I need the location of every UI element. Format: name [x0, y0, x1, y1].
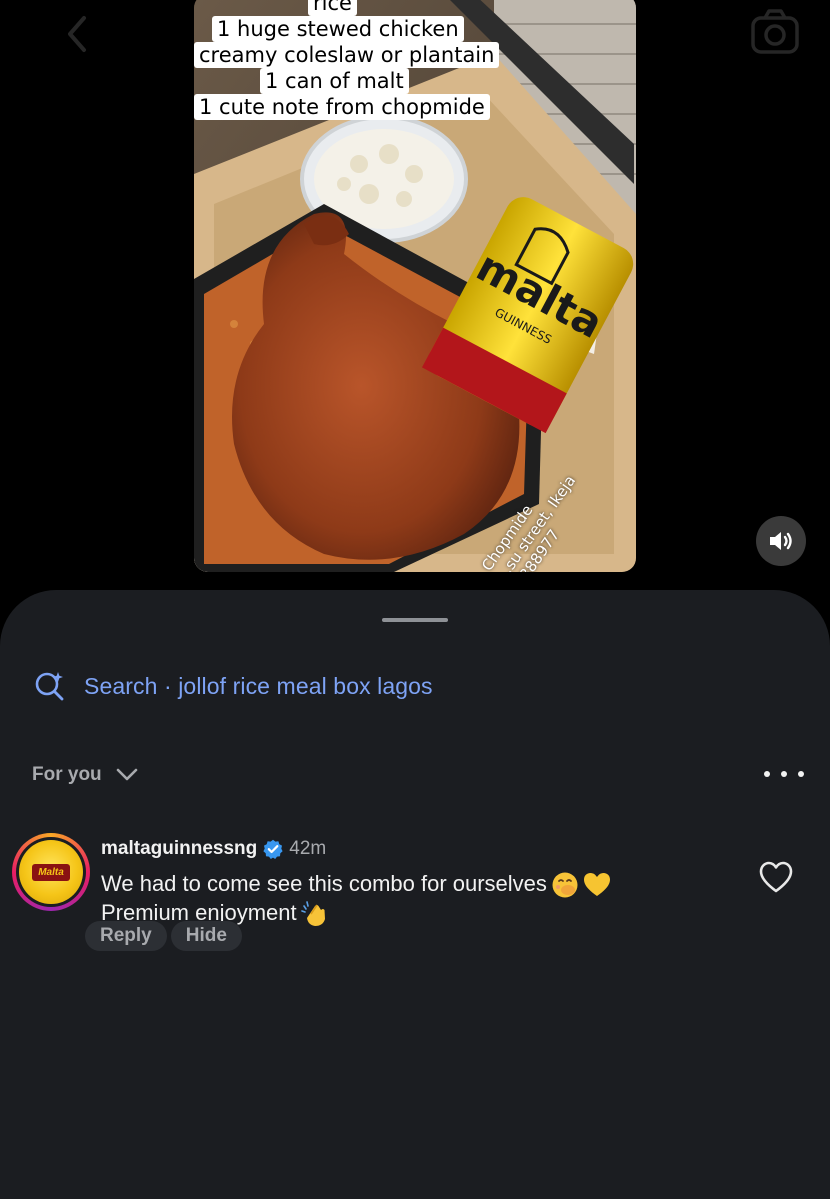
camera-icon[interactable]	[750, 8, 800, 56]
comment-actions: Reply Hide	[85, 921, 242, 951]
avatar-frame: Malta	[16, 837, 86, 907]
comment-text-line1: We had to come see this combo for oursel…	[101, 871, 547, 896]
comments-sheet: Search · jollof rice meal box lagos For …	[0, 590, 830, 1199]
volume-button[interactable]	[756, 516, 806, 566]
search-sparkle-icon	[35, 672, 64, 701]
verified-badge-icon	[263, 839, 283, 859]
more-dot	[798, 771, 804, 777]
more-options-button[interactable]	[764, 762, 804, 786]
more-dot	[781, 771, 787, 777]
search-suggestion[interactable]: Search · jollof rice meal box lagos	[34, 670, 433, 702]
heart-like-icon[interactable]	[758, 860, 794, 894]
caption-line: rice	[308, 0, 357, 16]
sheet-grabber[interactable]	[382, 618, 448, 622]
caption-line: 1 huge stewed chicken	[212, 16, 464, 42]
video-preview[interactable]: malta GUINNESS rice 1 huge stewed chicke…	[194, 0, 636, 572]
more-dot	[764, 771, 770, 777]
yellow-heart-icon	[583, 873, 610, 897]
caption-line: creamy coleslaw or plantain	[194, 42, 500, 68]
avatar: Malta	[19, 840, 83, 904]
reply-button[interactable]: Reply	[85, 921, 167, 951]
screen: malta GUINNESS rice 1 huge stewed chicke…	[0, 0, 830, 1199]
avatar-logo-text: Malta	[32, 863, 70, 881]
hide-button[interactable]: Hide	[170, 921, 242, 951]
comment-timestamp: 42m	[289, 838, 327, 859]
comment-text: We had to come see this combo for oursel…	[101, 870, 721, 928]
feed-filter-dropdown[interactable]: For you	[32, 764, 138, 786]
back-arrow-icon[interactable]	[58, 14, 98, 54]
speaker-icon	[770, 532, 792, 550]
caption-line: 1 cute note from chopmide	[194, 94, 490, 120]
caption-line: 1 can of malt	[260, 68, 409, 94]
search-suggestion-label: Search · jollof rice meal box lagos	[84, 672, 433, 699]
comment-header: maltaguinnessng 42m	[101, 838, 326, 860]
comment-username[interactable]: maltaguinnessng	[101, 838, 257, 860]
feed-filter-label: For you	[32, 764, 102, 785]
clapping-hands-icon	[300, 901, 325, 927]
avatar-story-ring[interactable]: Malta	[12, 833, 90, 911]
chevron-down-icon	[116, 768, 137, 781]
face-with-hand-over-mouth-icon	[552, 872, 578, 898]
